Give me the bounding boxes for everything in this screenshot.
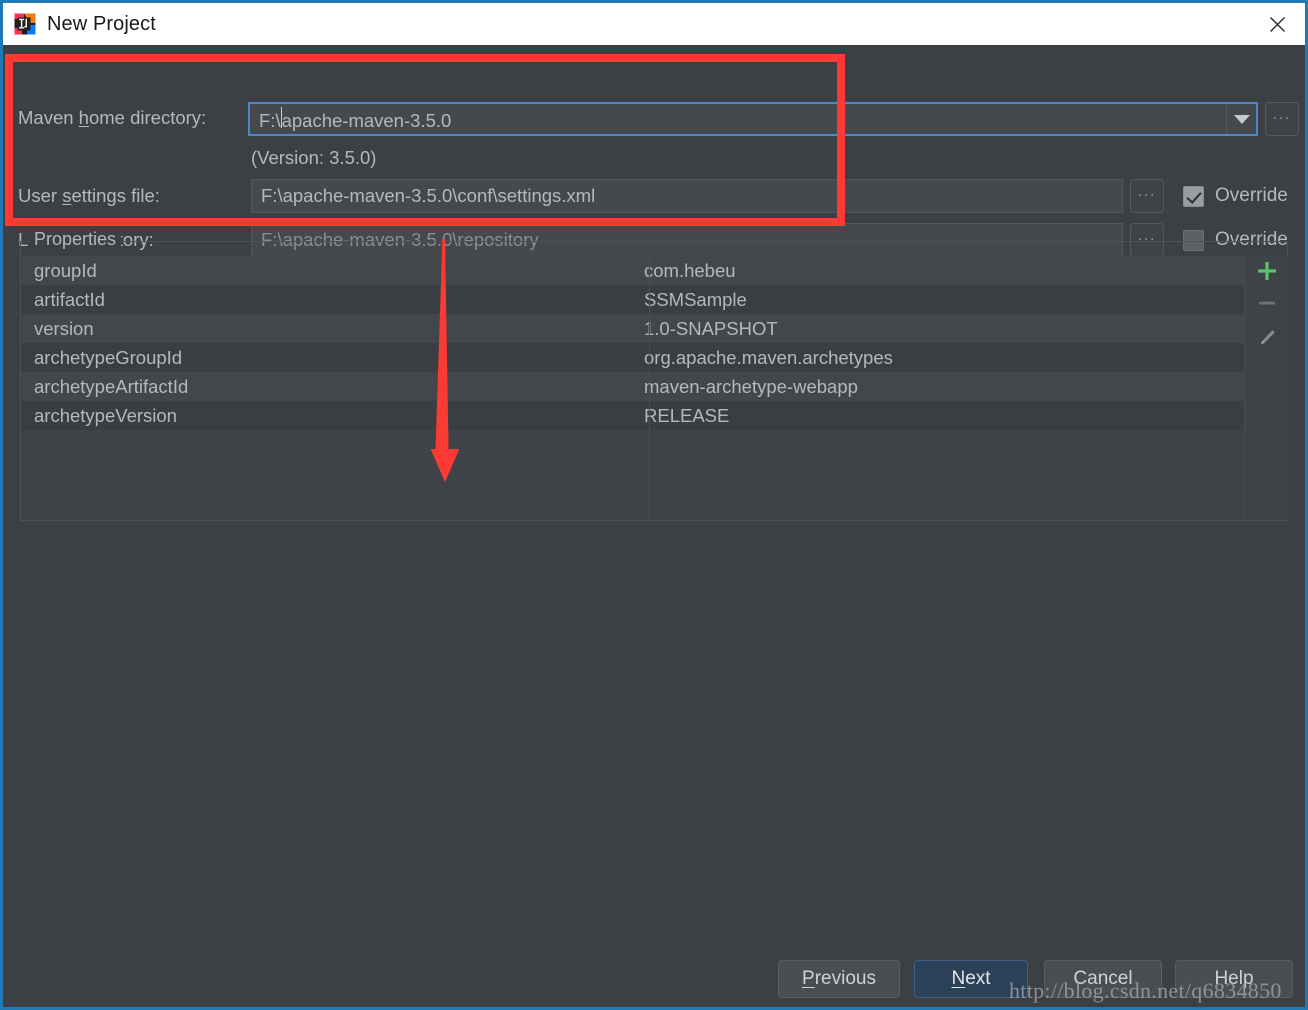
properties-legend: Properties [29,229,122,250]
user-settings-file-value: F:\apache-maven-3.5.0\conf\settings.xml [261,185,596,206]
chevron-down-icon[interactable] [1226,104,1256,134]
table-row[interactable]: version 1.0-SNAPSHOT [22,314,1288,343]
property-value: RELEASE [644,404,730,426]
table-row[interactable]: archetypeArtifactId maven-archetype-weba… [22,372,1288,401]
maven-home-directory-value: F:\apache-maven-3.5.0 [259,106,451,132]
property-value: com.hebeu [644,259,736,281]
property-key: archetypeGroupId [34,346,183,368]
property-value: 1.0-SNAPSHOT [644,317,778,339]
maven-home-directory-combobox[interactable]: F:\apache-maven-3.5.0 [248,102,1258,136]
maven-version-note: (Version: 3.5.0) [251,147,377,168]
user-settings-browse-button[interactable]: ... [1130,179,1164,213]
previous-button[interactable]: Previous [778,960,900,998]
blog-watermark: http://blog.csdn.net/q6834850 [1009,978,1282,1003]
intellij-idea-logo-icon [14,13,36,35]
property-value: maven-archetype-webapp [644,375,858,397]
user-settings-override-label: Override [1215,185,1288,206]
property-key: version [34,317,94,339]
window-title: New Project [47,12,156,35]
property-key: archetypeVersion [34,404,177,426]
properties-table[interactable]: groupId com.hebeu artifactId SSMSample v… [22,256,1288,520]
checkbox-checked-icon [1183,185,1204,207]
close-icon[interactable] [1249,3,1305,45]
title-bar: New Project [3,3,1305,45]
table-row[interactable]: archetypeVersion RELEASE [22,401,1288,430]
new-project-dialog: New Project Maven home directory: F:\apa… [0,0,1308,1010]
plus-icon[interactable] [1245,256,1288,286]
minus-icon[interactable] [1245,288,1288,318]
pencil-icon[interactable] [1245,323,1288,353]
properties-toolbar [1244,256,1288,520]
user-settings-file-label: User settings file: [18,185,160,206]
text-caret [280,107,282,128]
maven-home-directory-label: Maven home directory: [18,107,207,128]
column-divider [649,256,650,520]
table-row[interactable]: groupId com.hebeu [22,256,1288,285]
user-settings-file-input[interactable]: F:\apache-maven-3.5.0\conf\settings.xml [251,179,1123,213]
maven-home-browse-button[interactable]: ... [1265,102,1299,136]
maven-home-directory-input[interactable]: F:\apache-maven-3.5.0 [250,104,1226,134]
user-settings-override-checkbox[interactable]: Override [1183,185,1288,207]
table-row[interactable]: archetypeGroupId org.apache.maven.archet… [22,343,1288,372]
property-key: archetypeArtifactId [34,375,189,397]
property-key: groupId [34,259,97,281]
property-value: org.apache.maven.archetypes [644,346,893,368]
property-value: SSMSample [644,288,747,310]
table-row[interactable]: artifactId SSMSample [22,285,1288,314]
property-key: artifactId [34,288,105,310]
dialog-body: Maven home directory: F:\apache-maven-3.… [3,45,1305,1007]
properties-group: Properties groupId com.hebeu artifactId … [20,229,1288,521]
